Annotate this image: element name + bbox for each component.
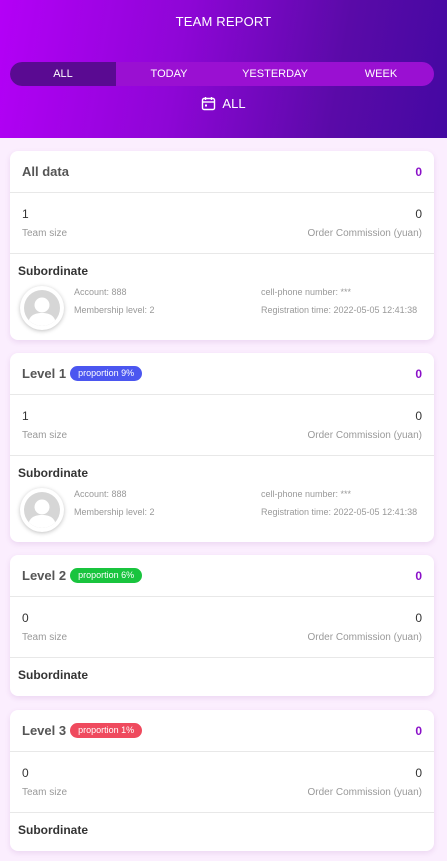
team-size-label: Team size — [22, 228, 68, 239]
card-value: 0 — [415, 164, 422, 179]
calendar-icon — [202, 97, 216, 111]
card-level-2: Level 2 proportion 6% 0 0 0 Team size Or… — [10, 555, 434, 696]
card-level-1: Level 1 proportion 9% 0 1 0 Team size Or… — [10, 353, 434, 542]
commission-value: 0 — [415, 207, 422, 221]
header: TEAM REPORT ALL TODAY YESTERDAY WEEK ALL — [0, 0, 447, 138]
card-title: Level 1 — [22, 366, 67, 381]
card-header: All data 0 — [10, 151, 434, 193]
commission-label: Order Commission (yuan) — [307, 632, 422, 643]
card-level-3: Level 3 proportion 1% 0 0 0 Team size Or… — [10, 710, 434, 851]
card-value: 0 — [415, 366, 422, 381]
card-stats: 1 0 Team size Order Commission (yuan) — [10, 193, 434, 254]
member-level: Membership level: 2 — [74, 507, 155, 517]
card-stats: 0 0 Team size Order Commission (yuan) — [10, 597, 434, 658]
member-registration: Registration time: 2022-05-05 12:41:38 — [261, 305, 418, 315]
team-size-label: Team size — [22, 632, 68, 643]
member-item[interactable]: Account: 888 Membership level: 2 cell-ph… — [10, 284, 434, 339]
proportion-badge: proportion 9% — [70, 366, 143, 381]
subordinate-heading: Subordinate — [18, 466, 89, 480]
card-value: 0 — [415, 568, 422, 583]
subordinate-heading: Subordinate — [18, 264, 89, 278]
subordinate-heading: Subordinate — [18, 668, 89, 682]
member-account: Account: 888 — [74, 489, 127, 499]
subordinate-heading: Subordinate — [18, 823, 89, 837]
card-title: All data — [22, 164, 69, 179]
card-title: Level 2 — [22, 568, 67, 583]
commission-label: Order Commission (yuan) — [307, 787, 422, 798]
user-icon — [28, 499, 56, 528]
tab-all[interactable]: ALL — [10, 62, 116, 86]
date-filter-label: ALL — [222, 96, 246, 111]
commission-value: 0 — [415, 409, 422, 423]
tab-today[interactable]: TODAY — [116, 62, 222, 86]
member-registration: Registration time: 2022-05-05 12:41:38 — [261, 507, 418, 517]
card-all-data: All data 0 1 0 Team size Order Commissio… — [10, 151, 434, 340]
avatar — [20, 286, 64, 330]
member-item[interactable]: Account: 888 Membership level: 2 cell-ph… — [10, 486, 434, 541]
period-tabs: ALL TODAY YESTERDAY WEEK — [10, 62, 434, 86]
member-account: Account: 888 — [74, 287, 127, 297]
commission-label: Order Commission (yuan) — [307, 430, 422, 441]
tab-week[interactable]: WEEK — [328, 62, 434, 86]
member-phone: cell-phone number: *** — [261, 287, 352, 297]
team-size-value: 0 — [22, 611, 29, 625]
member-level: Membership level: 2 — [74, 305, 155, 315]
user-icon — [28, 297, 56, 326]
tab-yesterday[interactable]: YESTERDAY — [222, 62, 328, 86]
team-size-value: 0 — [22, 766, 29, 780]
card-header: Level 2 proportion 6% 0 — [10, 555, 434, 597]
date-filter[interactable]: ALL — [0, 96, 447, 111]
page-title: TEAM REPORT — [175, 14, 272, 29]
team-size-label: Team size — [22, 787, 68, 798]
card-header: Level 3 proportion 1% 0 — [10, 710, 434, 752]
team-size-label: Team size — [22, 430, 68, 441]
proportion-badge: proportion 1% — [70, 723, 143, 738]
card-header: Level 1 proportion 9% 0 — [10, 353, 434, 395]
card-title: Level 3 — [22, 723, 67, 738]
avatar — [20, 488, 64, 532]
card-stats: 1 0 Team size Order Commission (yuan) — [10, 395, 434, 456]
proportion-badge: proportion 6% — [70, 568, 143, 583]
commission-value: 0 — [415, 611, 422, 625]
card-value: 0 — [415, 723, 422, 738]
team-size-value: 1 — [22, 409, 29, 423]
member-phone: cell-phone number: *** — [261, 489, 352, 499]
commission-label: Order Commission (yuan) — [307, 228, 422, 239]
commission-value: 0 — [415, 766, 422, 780]
card-stats: 0 0 Team size Order Commission (yuan) — [10, 752, 434, 813]
team-size-value: 1 — [22, 207, 29, 221]
